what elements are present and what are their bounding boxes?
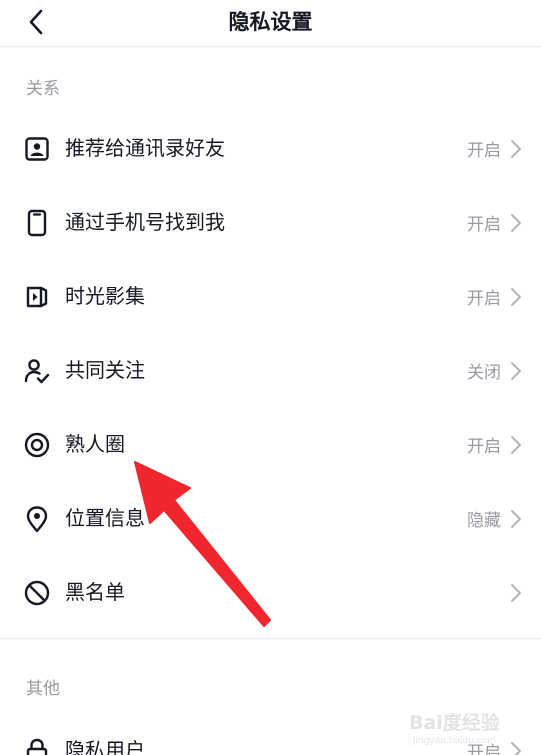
- target-circle-icon: [22, 430, 52, 460]
- row-time-album[interactable]: 时光影集 开启: [0, 264, 541, 328]
- chevron-right-icon: [511, 288, 521, 306]
- row-label: 位置信息: [65, 506, 145, 530]
- row-recommend-to-contacts[interactable]: 推荐给通讯录好友 开启: [0, 116, 541, 180]
- chevron-right-icon: [511, 510, 521, 528]
- watermark-subtext: jingyan.baidu.com: [412, 736, 496, 746]
- row-label: 通过手机号找到我: [65, 210, 225, 234]
- row-label: 熟人圈: [65, 432, 125, 456]
- chevron-right-icon: [511, 140, 521, 158]
- chevron-right-icon: [511, 362, 521, 380]
- row-label: 隐私用户: [65, 738, 145, 755]
- section-header-relations: 关系: [26, 79, 60, 99]
- location-pin-icon: [22, 504, 52, 534]
- watermark-logo: Bai度经验 jingyan.baidu.com: [407, 707, 527, 747]
- row-value: 开启: [467, 289, 501, 309]
- section-divider: [0, 638, 541, 639]
- row-mutual-follow[interactable]: 共同关注 关闭: [0, 338, 541, 402]
- album-icon: [22, 282, 52, 312]
- row-location-info[interactable]: 位置信息 隐藏: [0, 486, 541, 550]
- privacy-settings-page: 隐私设置 关系 推荐给通讯录好友 开启 通过手机号找到我 开启 时光影集 开启 …: [0, 0, 541, 755]
- chevron-right-icon: [511, 436, 521, 454]
- row-label: 时光影集: [65, 284, 145, 308]
- phone-icon: [22, 208, 52, 238]
- lock-icon: [22, 736, 52, 755]
- row-value: 关闭: [467, 363, 501, 383]
- row-label: 共同关注: [65, 358, 145, 382]
- page-title: 隐私设置: [228, 10, 313, 34]
- row-value: 开启: [467, 215, 501, 235]
- row-acquaintance-circle[interactable]: 熟人圈 开启: [0, 412, 541, 476]
- row-label: 推荐给通讯录好友: [65, 136, 225, 160]
- block-icon: [22, 578, 52, 608]
- chevron-right-icon: [511, 214, 521, 232]
- contact-card-icon: [22, 134, 52, 164]
- row-value: 隐藏: [467, 511, 501, 531]
- section-header-other: 其他: [26, 679, 60, 699]
- row-find-by-phone[interactable]: 通过手机号找到我 开启: [0, 190, 541, 254]
- top-nav-bar: 隐私设置: [0, 0, 541, 47]
- row-blacklist[interactable]: 黑名单: [0, 560, 541, 624]
- row-value: 开启: [467, 141, 501, 161]
- user-check-icon: [22, 356, 52, 386]
- chevron-right-icon: [511, 584, 521, 602]
- watermark-text: Bai度经验: [409, 711, 501, 734]
- row-label: 黑名单: [65, 580, 125, 604]
- row-value: 开启: [467, 437, 501, 457]
